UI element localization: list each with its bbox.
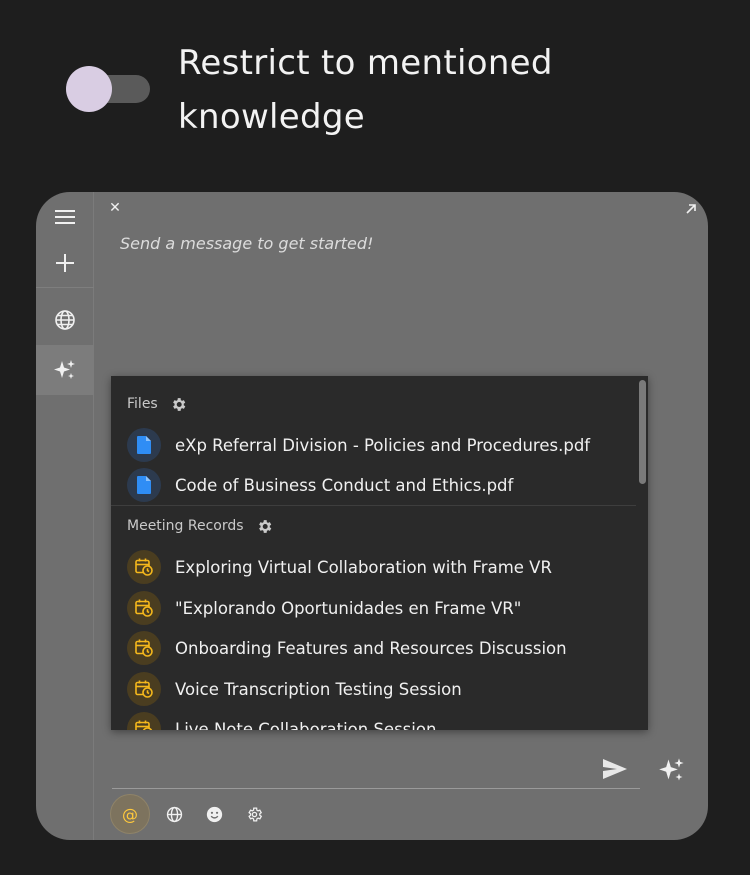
meeting-record-item[interactable]: Onboarding Features and Resources Discus…	[127, 630, 632, 666]
files-section-label: Files	[127, 396, 158, 412]
ai-assistant-button[interactable]	[36, 345, 94, 395]
scrollbar-thumb[interactable]	[639, 380, 646, 484]
empty-chat-placeholder: Send a message to get started!	[120, 234, 374, 253]
meeting-icon-badge	[127, 631, 161, 665]
plus-icon	[56, 254, 74, 272]
rail-divider	[36, 287, 94, 288]
document-icon	[137, 476, 151, 494]
emoji-button[interactable]	[198, 794, 230, 834]
calendar-clock-icon	[135, 639, 153, 657]
section-divider	[111, 505, 636, 506]
mention-button[interactable]: @	[110, 794, 150, 834]
meeting-icon-badge	[127, 672, 161, 706]
meeting-record-title: Exploring Virtual Collaboration with Fra…	[175, 557, 552, 577]
document-icon	[137, 436, 151, 454]
composer-toolbar: @	[110, 794, 270, 834]
file-icon-badge	[127, 468, 161, 502]
meetings-section-header: Meeting Records	[127, 514, 273, 538]
file-name: Code of Business Conduct and Ethics.pdf	[175, 475, 514, 495]
file-item[interactable]: eXp Referral Division - Policies and Pro…	[127, 427, 632, 463]
gear-icon	[247, 806, 262, 822]
smiley-icon	[206, 806, 222, 822]
calendar-clock-icon	[135, 599, 153, 617]
meeting-record-title: Voice Transcription Testing Session	[175, 679, 462, 699]
calendar-clock-icon	[135, 720, 153, 730]
meeting-record-title: Live Note Collaboration Session	[175, 719, 437, 731]
globe-icon	[166, 806, 182, 822]
meeting-record-item[interactable]: Live Note Collaboration Session	[127, 711, 632, 730]
sparkle-icon[interactable]	[658, 756, 686, 784]
close-icon[interactable]: ✕	[108, 200, 122, 216]
calendar-clock-icon	[135, 558, 153, 576]
globe-icon	[55, 310, 75, 330]
chat-panel: ✕ Send a message to get started! Files e…	[36, 192, 708, 840]
sparkle-icon	[54, 360, 75, 379]
dropdown-scrollbar[interactable]	[639, 378, 646, 728]
meeting-record-title: "Explorando Oportunidades en Frame VR"	[175, 598, 522, 618]
web-toggle-button[interactable]	[158, 794, 190, 834]
meeting-record-item[interactable]: Voice Transcription Testing Session	[127, 671, 632, 707]
side-rail	[36, 192, 94, 840]
meeting-icon-badge	[127, 550, 161, 584]
expand-arrow-icon[interactable]	[684, 202, 698, 216]
meeting-icon-badge	[127, 712, 161, 730]
new-chat-button[interactable]	[36, 238, 94, 288]
calendar-clock-icon	[135, 680, 153, 698]
restrict-knowledge-toggle[interactable]	[66, 66, 152, 112]
send-icon[interactable]	[602, 758, 628, 780]
menu-button[interactable]	[36, 192, 94, 242]
message-input-underline[interactable]	[112, 788, 640, 789]
files-section-header: Files	[127, 392, 187, 416]
meeting-record-title: Onboarding Features and Resources Discus…	[175, 638, 567, 658]
meeting-record-item[interactable]: Exploring Virtual Collaboration with Fra…	[127, 549, 632, 585]
file-name: eXp Referral Division - Policies and Pro…	[175, 435, 591, 455]
settings-button[interactable]	[238, 794, 270, 834]
restrict-knowledge-title: Restrict to mentioned knowledge	[178, 43, 553, 137]
meetings-section-label: Meeting Records	[127, 518, 244, 534]
hamburger-icon	[55, 210, 75, 224]
web-search-button[interactable]	[36, 295, 94, 345]
at-icon: @	[122, 804, 138, 824]
file-icon-badge	[127, 428, 161, 462]
mention-dropdown: Files eXp Referral Division - Policies a…	[111, 376, 648, 730]
gear-icon[interactable]	[170, 396, 187, 413]
toggle-knob	[66, 66, 112, 112]
file-item[interactable]: Code of Business Conduct and Ethics.pdf	[127, 467, 632, 503]
gear-icon[interactable]	[256, 518, 273, 535]
meeting-icon-badge	[127, 591, 161, 625]
meeting-record-item[interactable]: "Explorando Oportunidades en Frame VR"	[127, 590, 632, 626]
page: Restrict to mentioned knowledge ✕ Send a…	[0, 0, 750, 875]
